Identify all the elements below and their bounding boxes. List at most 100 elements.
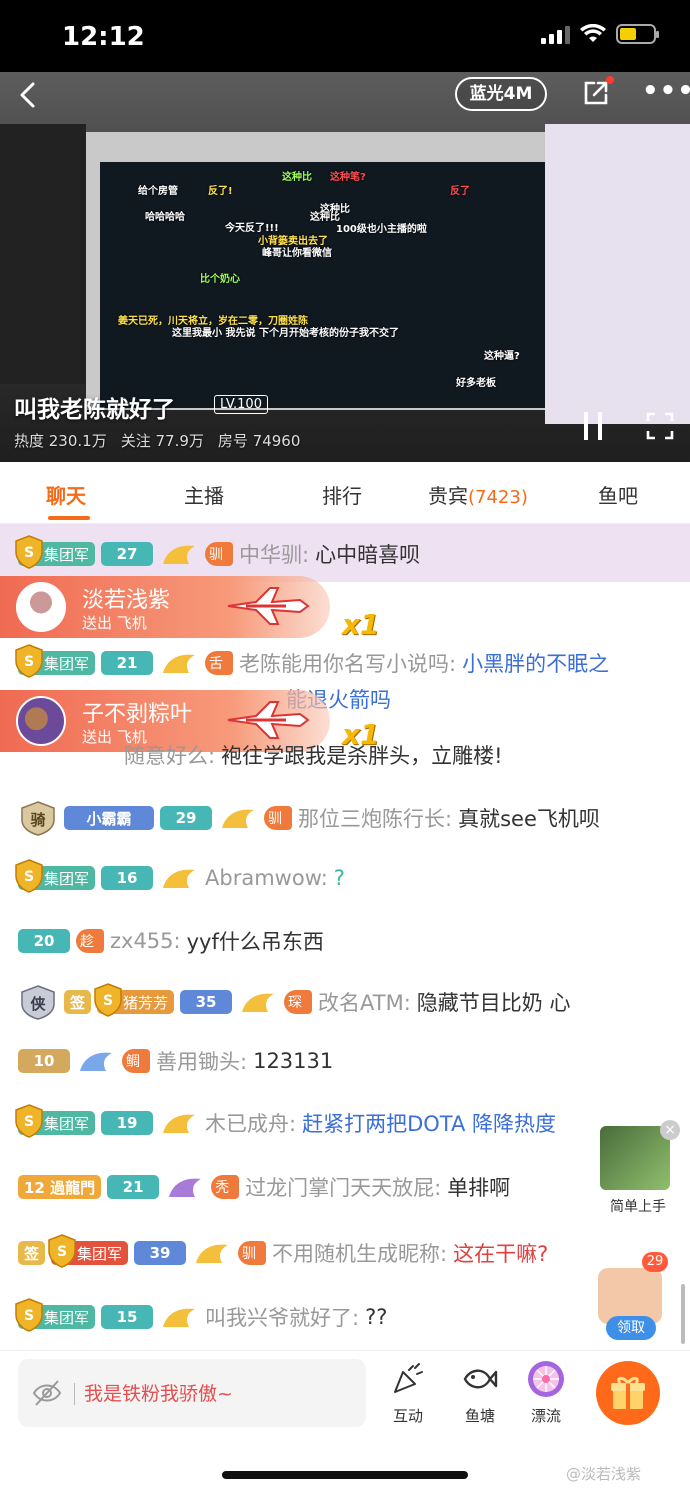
chat-nickname[interactable]: 随意好么:: [124, 740, 215, 770]
chat-message[interactable]: S 集团军 16 Abramwow: ?: [15, 859, 345, 893]
side-promo[interactable]: × 简单上手: [598, 1120, 680, 1220]
back-button[interactable]: [14, 80, 44, 110]
scrollbar[interactable]: [681, 1284, 685, 1344]
airplane-icon: [227, 587, 310, 625]
signal-icon: [541, 24, 570, 44]
chat-message[interactable]: 12 過龍門 21 秃 过龙门掌门天天放屁: 单排啊: [18, 1172, 510, 1202]
svg-text:S: S: [103, 993, 113, 1009]
danmu-text: 姜天已死，川天将立，岁在二零，刀圈姓陈: [118, 316, 308, 327]
chat-message[interactable]: 侠 签 S 猪芳芳 35 琛 改名ATM: 隐藏节目比奶 心: [18, 983, 570, 1020]
chat-nickname[interactable]: 中华驯:: [239, 539, 309, 569]
tab-guest[interactable]: 贵宾(7423): [428, 480, 528, 509]
svg-text:S: S: [24, 545, 34, 561]
user-level-badge: 21: [107, 1175, 160, 1199]
user-level-badge: 27: [101, 542, 154, 566]
chat-nickname[interactable]: 不用随机生成昵称:: [272, 1238, 447, 1268]
chat-message[interactable]: 随意好么: 袍往学跟我是杀胖头，立雕楼!: [124, 740, 503, 770]
shield-icon: S: [15, 644, 43, 678]
red-packet-count: 29: [642, 1252, 668, 1272]
danmu-text: 给个房管: [138, 186, 178, 197]
svg-text:骑: 骑: [30, 811, 45, 829]
group-badge: S 集团军: [48, 1234, 129, 1268]
chat-nickname[interactable]: 老陈能用你名写小说吗:: [239, 648, 456, 678]
interact-label: 互动: [392, 1407, 423, 1425]
red-packet[interactable]: 29 领取: [590, 1252, 670, 1342]
chat-message[interactable]: 10 鲷 善用锄头: 123131: [18, 1046, 333, 1076]
chat-nickname[interactable]: 叫我兴爷就好了:: [205, 1302, 359, 1332]
battery-icon: [616, 24, 659, 44]
chat-text: 这在干嘛?: [453, 1242, 549, 1266]
home-indicator[interactable]: [222, 1471, 468, 1479]
gift-sender-name: 子不剥粽叶: [82, 702, 193, 727]
fish-icon: [463, 1369, 498, 1389]
danmu-text: 100级也小主播的啦: [336, 224, 427, 235]
wing-icon: [163, 1114, 196, 1133]
close-icon[interactable]: ×: [660, 1120, 680, 1140]
tab-chat[interactable]: 聊天: [46, 480, 86, 509]
fan-badge: 琛: [284, 990, 313, 1014]
room-stats: 热度 230.1万 关注 77.9万 房号 74960: [14, 430, 300, 451]
group-badge: S 集团军: [15, 859, 96, 893]
chat-message[interactable]: S 集团军 19 木已成舟: 赶紧打两把DOTA 降降热度: [15, 1104, 557, 1138]
video-player[interactable]: 这种比 这种笔? 给个房管 反了! 反了 哈哈哈哈 这种比 今天反了!!! 100级也小主播的啦…: [0, 72, 690, 462]
wheel-icon: [528, 1361, 564, 1397]
drift-button[interactable]: 漂流: [516, 1359, 576, 1426]
red-packet-claim-button[interactable]: 领取: [606, 1316, 656, 1340]
chat-nickname[interactable]: Abramwow:: [205, 866, 328, 890]
chat-message[interactable]: S 集团军 21 舌 老陈能用你名写小说吗: 小黑胖的不眠之: [15, 644, 609, 678]
status-time: 12:12: [62, 22, 145, 52]
wing-icon: [163, 869, 196, 888]
fishpond-button[interactable]: 鱼塘: [450, 1359, 510, 1426]
gift-banner[interactable]: 淡若浅紫 送出 飞机: [0, 576, 330, 638]
chat-text: 赶紧打两把DOTA 降降热度: [302, 1112, 557, 1136]
svg-text:侠: 侠: [30, 995, 46, 1013]
chat-nickname[interactable]: 善用锄头:: [156, 1046, 247, 1076]
user-level-badge: 10: [18, 1049, 70, 1073]
video-stream-game: [100, 162, 545, 408]
airplane-icon: [227, 701, 310, 739]
wing-icon: [80, 1052, 112, 1071]
sign-badge: 签: [18, 1241, 46, 1265]
tab-fishbar[interactable]: 鱼吧: [598, 480, 638, 509]
fan-club-badge: S 猪芳芳: [94, 983, 175, 1017]
user-level-badge: 39: [134, 1241, 187, 1265]
fullscreen-icon[interactable]: [646, 412, 674, 440]
danmu-text: 这种逼?: [484, 351, 520, 362]
chat-nickname[interactable]: 改名ATM:: [318, 987, 411, 1017]
eye-off-icon[interactable]: [32, 1379, 62, 1407]
promo-label: 简单上手: [610, 1199, 666, 1215]
chat-list[interactable]: S 集团军 27 驯 中华驯: 心中暗喜呗 淡若浅紫 送出 飞机 x1 S 集团…: [0, 524, 690, 1350]
interact-button[interactable]: 互动: [378, 1359, 438, 1426]
gift-sender-name: 淡若浅紫: [82, 588, 171, 613]
anchor-level-badge: LV.100: [214, 395, 268, 414]
chat-input-placeholder: 我是铁粉我骄傲~: [84, 1383, 233, 1405]
quality-button[interactable]: 蓝光4M: [455, 77, 547, 111]
danmu-text: 哈哈哈哈: [145, 212, 185, 223]
noble-rank-icon: 骑: [21, 801, 55, 836]
chat-input[interactable]: 我是铁粉我骄傲~: [18, 1359, 366, 1427]
fan-badge: 驯: [205, 542, 234, 566]
gift-button[interactable]: [596, 1361, 660, 1425]
chat-message[interactable]: 签 S 集团军 39 驯 不用随机生成昵称: 这在干嘛?: [18, 1234, 549, 1268]
tab-rank[interactable]: 排行: [322, 480, 362, 509]
chat-text: 袍往学跟我是杀胖头，立雕楼!: [221, 744, 503, 768]
danmu-text: 比个奶心: [200, 274, 240, 285]
chat-nickname[interactable]: 那位三炮陈行长:: [298, 803, 452, 833]
pause-button[interactable]: [584, 412, 606, 440]
tab-anchor[interactable]: 主播: [184, 480, 224, 509]
chat-message[interactable]: 20 趁 zx455: yyf什么吊东西: [18, 926, 324, 956]
chat-nickname[interactable]: zx455:: [110, 929, 181, 953]
avatar: [16, 582, 66, 632]
chat-message[interactable]: S 集团军 27 驯 中华驯: 心中暗喜呗: [15, 535, 420, 569]
avatar: [16, 696, 66, 746]
chat-message[interactable]: S 集团军 15 叫我兴爷就好了: ??: [15, 1298, 387, 1332]
chat-nickname[interactable]: 木已成舟:: [205, 1108, 296, 1138]
danmu-text: 反了!: [208, 186, 233, 197]
chat-nickname[interactable]: 过龙门掌门天天放屁:: [245, 1172, 441, 1202]
more-button[interactable]: •••: [642, 76, 690, 110]
heat-count: 热度 230.1万: [14, 432, 107, 450]
chat-text: yyf什么吊东西: [186, 930, 324, 954]
chat-message[interactable]: 骑 小霸霸 29 驯 那位三炮陈行长: 真就see飞机呗: [18, 800, 600, 836]
party-popper-icon: [394, 1363, 423, 1393]
svg-text:S: S: [24, 869, 34, 885]
